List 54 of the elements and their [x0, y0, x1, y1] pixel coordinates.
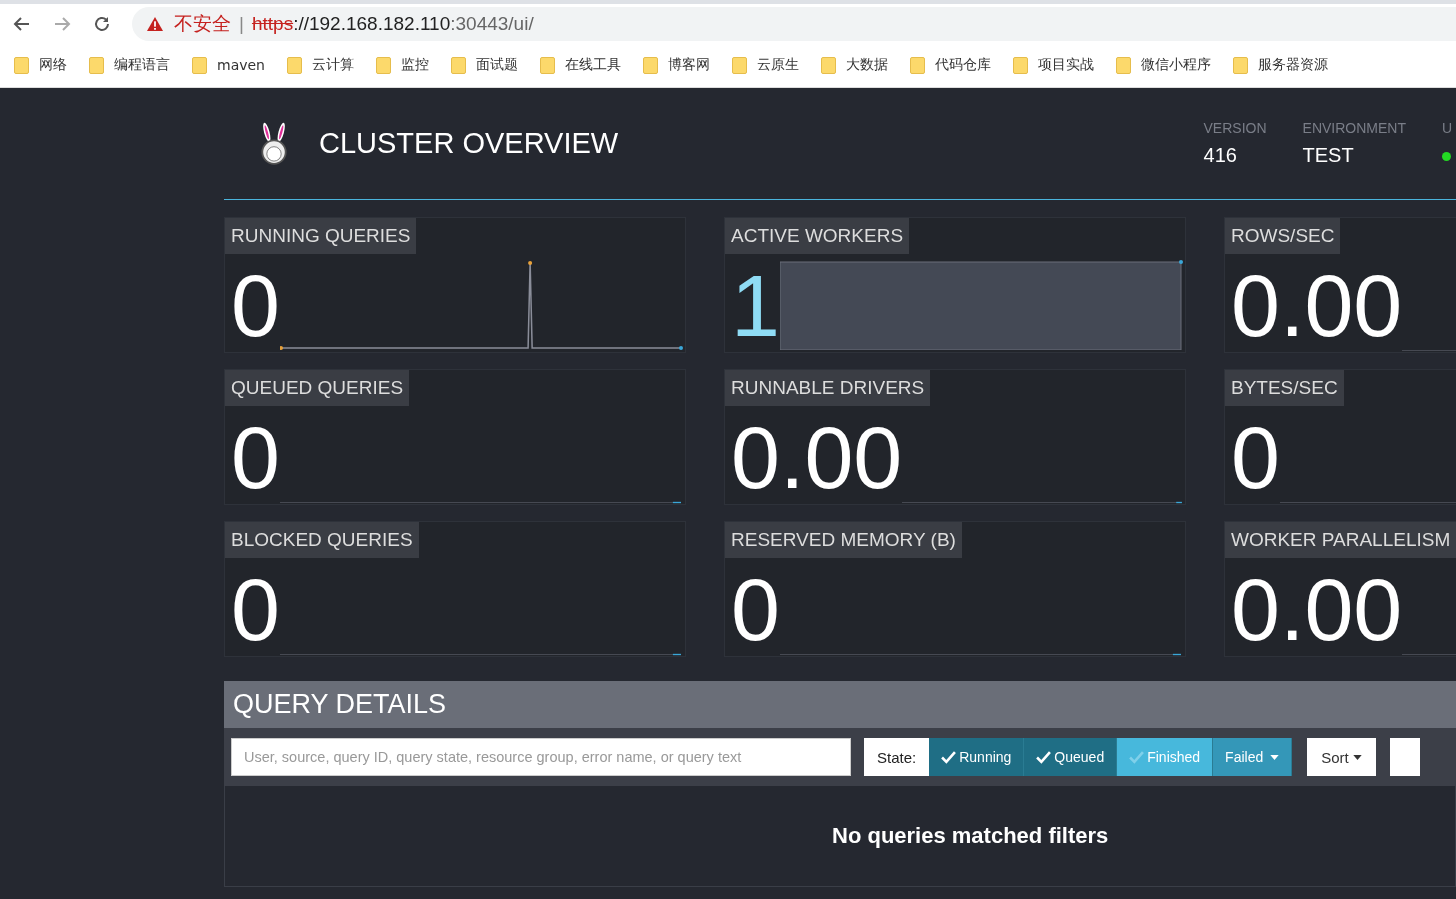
- metric-value: 0.00: [1230, 260, 1403, 352]
- bookmark[interactable]: 微信小程序: [1116, 56, 1211, 74]
- sort-button[interactable]: Sort: [1307, 738, 1376, 776]
- bookmark[interactable]: maven: [192, 56, 265, 74]
- bookmark[interactable]: 大数据: [821, 56, 888, 74]
- metric-value: 0.00: [1230, 564, 1403, 656]
- section-title: QUERY DETAILS: [233, 689, 447, 720]
- caret-icon: [1270, 754, 1280, 760]
- info-label: ENVIRONMENT: [1302, 120, 1406, 136]
- check-icon: [941, 750, 957, 764]
- info-label: U: [1442, 120, 1454, 136]
- info-value: 416: [1203, 144, 1238, 167]
- metric-label: WORKER PARALLELISM: [1225, 522, 1456, 558]
- bookmark[interactable]: 编程语言: [89, 56, 170, 74]
- metric-value: 0: [730, 564, 780, 656]
- bookmark[interactable]: 网络: [14, 56, 67, 74]
- info-label: VERSION: [1203, 120, 1267, 136]
- metric-value: 1: [730, 260, 780, 352]
- empty-message: No queries matched filters: [832, 823, 1109, 849]
- check-icon: [1129, 750, 1145, 764]
- caret-icon: [1352, 754, 1362, 760]
- metric-label: ROWS/SEC: [1225, 218, 1341, 254]
- metric-value: 0: [1230, 412, 1280, 504]
- warning-icon: [146, 16, 164, 32]
- bookmark[interactable]: 代码仓库: [910, 56, 991, 74]
- button[interactable]: [1389, 738, 1420, 776]
- metric-label: ACTIVE WORKERS: [725, 218, 910, 254]
- search-field[interactable]: User, source, query ID, query state, resource group, error name, or query text: [231, 738, 851, 776]
- bookmark[interactable]: 服务器资源: [1233, 56, 1328, 74]
- metric-label: BLOCKED QUERIES: [225, 522, 419, 558]
- metric-value: 0: [230, 260, 280, 352]
- reload-icon[interactable]: [92, 14, 112, 34]
- metric-label: RUNNING QUERIES: [225, 218, 417, 254]
- bookmark[interactable]: 博客网: [643, 56, 710, 74]
- bookmark[interactable]: 面试题: [451, 56, 518, 74]
- state-filter-button[interactable]: Queued: [1024, 738, 1118, 776]
- bookmark[interactable]: 监控: [376, 56, 429, 74]
- bookmark[interactable]: 云原生: [732, 56, 799, 74]
- metric-label: RESERVED MEMORY (B): [725, 522, 962, 558]
- address-bar[interactable]: 不安全 | https://192.168.182.110:30443/ui/: [132, 7, 1456, 41]
- metric-value: 0.00: [730, 412, 903, 504]
- metric-value: 0: [230, 564, 280, 656]
- check-icon: [1036, 750, 1052, 764]
- metric-label: QUEUED QUERIES: [225, 370, 410, 406]
- metric-label: RUNNABLE DRIVERS: [725, 370, 931, 406]
- state-label: State:: [864, 738, 930, 776]
- state-filter-button[interactable]: Running: [929, 738, 1025, 776]
- info-value: TEST: [1302, 144, 1355, 167]
- metric-label: BYTES/SEC: [1225, 370, 1344, 406]
- bookmark[interactable]: 云计算: [287, 56, 354, 74]
- metric-value: 0: [230, 412, 280, 504]
- bookmark[interactable]: 项目实战: [1013, 56, 1094, 74]
- bookmark[interactable]: 在线工具: [540, 56, 621, 74]
- page-title: CLUSTER OVERVIEW: [319, 127, 619, 160]
